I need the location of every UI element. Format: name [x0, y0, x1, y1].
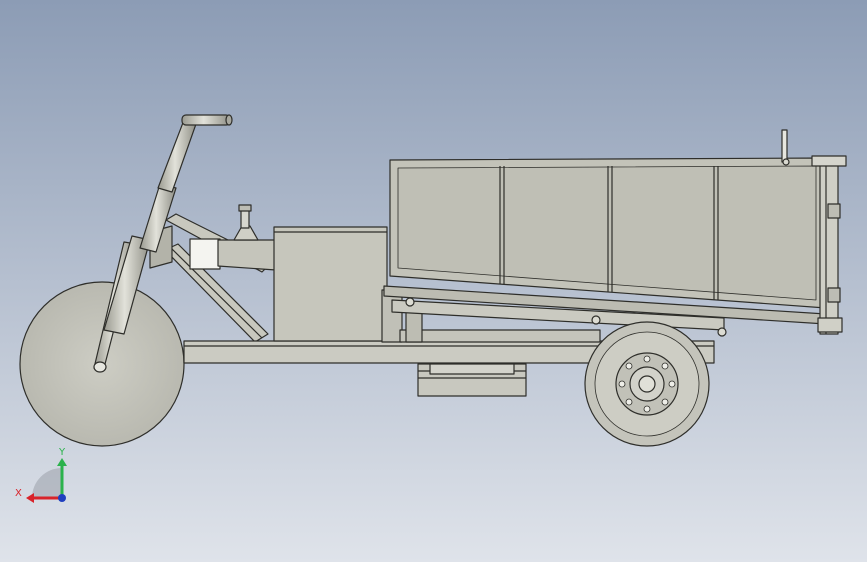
cad-graphics-viewport[interactable]: X Y — [0, 0, 867, 562]
rear-wheel-axle[interactable] — [638, 375, 656, 393]
triad-z-axis-dot — [58, 494, 66, 502]
neck-tube[interactable] — [217, 239, 277, 271]
triad-y-label: Y — [58, 447, 66, 458]
tailgate-latch-1[interactable] — [827, 203, 841, 219]
suspension-post[interactable] — [405, 309, 423, 343]
tailgate-clip-top[interactable] — [811, 155, 847, 167]
fork-end-cap[interactable] — [93, 361, 107, 373]
neck-connector[interactable] — [189, 238, 221, 270]
seat-post-cap[interactable] — [238, 204, 252, 212]
tailgate-rod[interactable] — [781, 129, 788, 163]
hinge-bolt-rear[interactable] — [717, 327, 727, 337]
triad-x-label: X — [15, 488, 22, 499]
handlebar-grip[interactable] — [181, 114, 231, 126]
seat-post[interactable] — [240, 209, 250, 229]
tailgate-latch-2[interactable] — [827, 287, 841, 303]
tailgate-clip-bottom[interactable] — [817, 317, 843, 333]
tailgate-rod-knob[interactable] — [782, 158, 790, 166]
engine-box[interactable] — [273, 226, 388, 342]
tailgate-post[interactable] — [819, 157, 839, 335]
handlebar-end[interactable] — [225, 114, 233, 126]
model-view[interactable]: X Y — [0, 0, 867, 562]
hinge-bolt-front[interactable] — [405, 297, 415, 307]
rear-frame-rail[interactable] — [399, 329, 601, 343]
hinge-bolt-middle[interactable] — [591, 315, 601, 325]
under-box-top[interactable] — [429, 363, 515, 375]
rear-frame-block[interactable] — [381, 289, 403, 343]
